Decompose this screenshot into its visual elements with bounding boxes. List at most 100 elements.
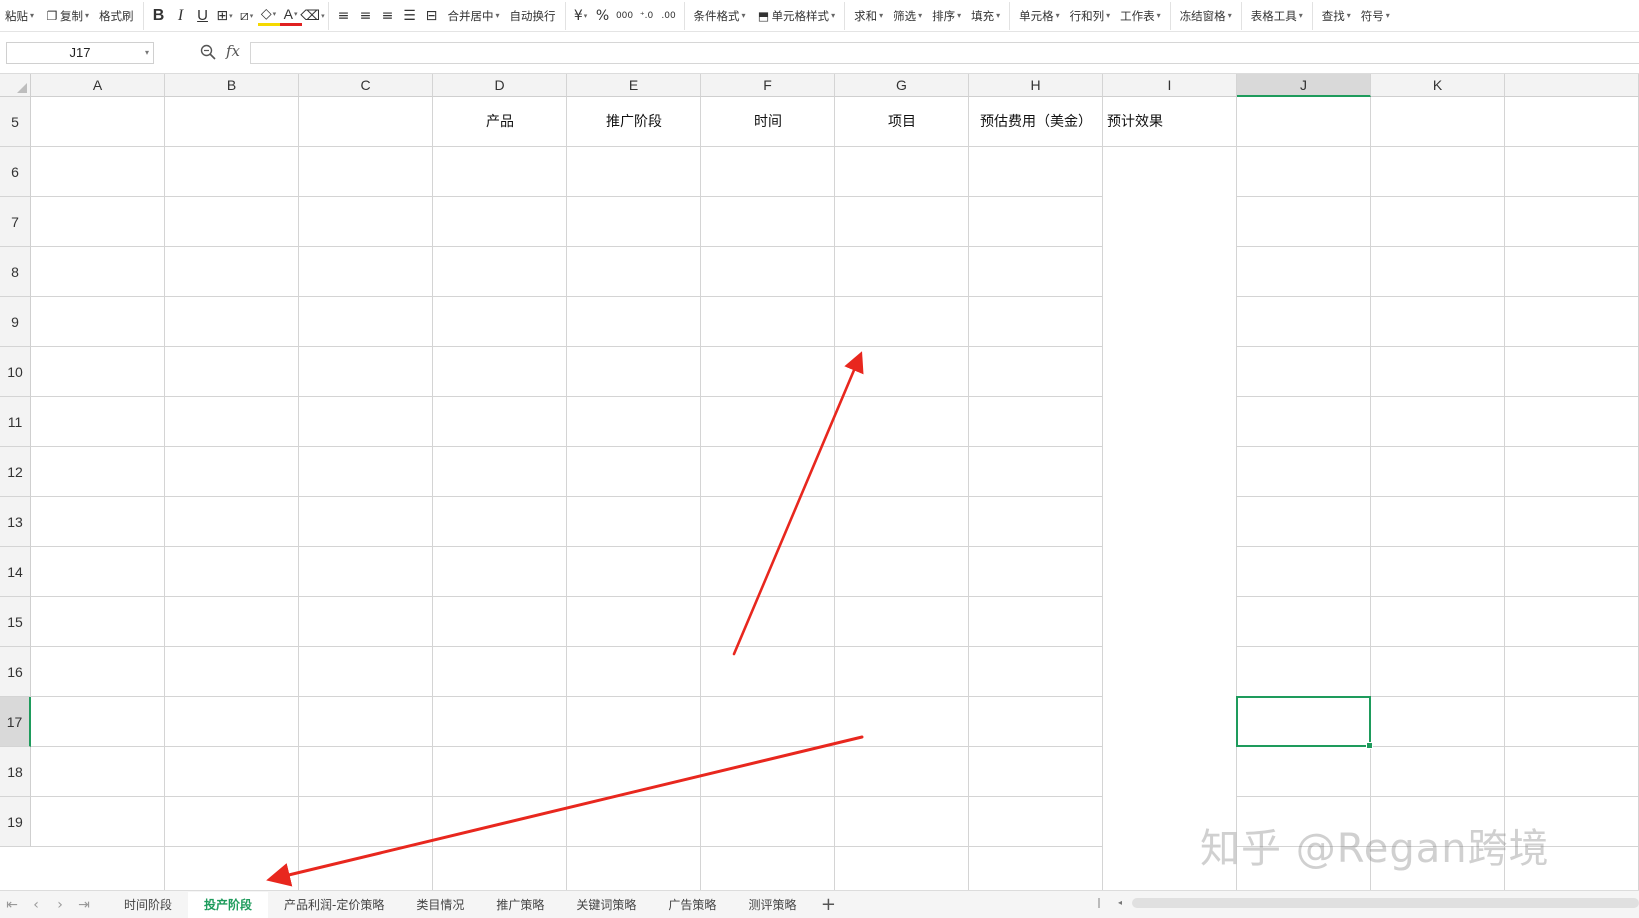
copy-button[interactable]: ❐ 复制 ▾ <box>39 5 94 27</box>
row-header-8[interactable]: 8 <box>0 247 31 297</box>
row-header-7[interactable]: 7 <box>0 197 31 247</box>
row-header-19[interactable]: 19 <box>0 797 31 847</box>
sheet-tab[interactable]: 推广策略 <box>480 892 560 918</box>
fill-pattern-icon[interactable]: ⧄ ▾ <box>236 5 258 27</box>
row-header-12[interactable]: 12 <box>0 447 31 497</box>
separator <box>1009 1 1011 30</box>
paste-button[interactable]: 粘贴 ▾ <box>0 5 39 27</box>
sheet-tab[interactable]: 时间阶段 <box>108 892 188 918</box>
symbol-button[interactable]: 符号 ▾ <box>1356 5 1395 27</box>
next-sheet-icon[interactable]: › <box>48 893 72 917</box>
scroll-thumb[interactable] <box>1132 898 1639 908</box>
add-sheet-icon[interactable]: + <box>816 893 840 917</box>
scroll-left-icon[interactable]: ◂ <box>1118 896 1122 910</box>
decrease-decimal-icon[interactable]: .00 <box>658 5 680 27</box>
column-header-i[interactable]: I <box>1103 74 1237 97</box>
scroll-splitter[interactable] <box>1098 898 1100 908</box>
sort-button[interactable]: 排序 ▾ <box>927 5 966 27</box>
align-right-icon[interactable]: ≡ <box>377 5 399 27</box>
name-box[interactable]: J17 ▾ <box>6 42 154 64</box>
cell-style-button[interactable]: ⬒ 单元格样式 ▾ <box>751 5 841 27</box>
column-header-b[interactable]: B <box>165 74 299 97</box>
sheet-tab[interactable]: 测评策略 <box>732 892 812 918</box>
prev-sheet-icon[interactable]: ‹ <box>24 893 48 917</box>
thousands-icon[interactable]: 000 <box>614 5 636 27</box>
fill-color-icon[interactable]: ◇ ▾ <box>257 6 280 26</box>
row-header-18[interactable]: 18 <box>0 747 31 797</box>
zoom-icon[interactable] <box>200 44 218 62</box>
row-header-13[interactable]: 13 <box>0 497 31 547</box>
percent-icon[interactable]: % <box>592 5 614 27</box>
cell-i5[interactable]: 预计效果 <box>1103 97 1237 147</box>
sheet-tab[interactable]: 类目情况 <box>400 892 480 918</box>
column-header-h[interactable]: H <box>969 74 1103 97</box>
last-sheet-icon[interactable]: ⇥ <box>72 893 96 917</box>
column-header-c[interactable]: C <box>299 74 433 97</box>
row-gridline <box>31 496 1639 497</box>
active-cell-selection[interactable] <box>1236 696 1373 749</box>
column-header-e[interactable]: E <box>567 74 701 97</box>
first-sheet-icon[interactable]: ⇤ <box>0 893 24 917</box>
find-button[interactable]: 查找 ▾ <box>1317 5 1356 27</box>
percent-label: % <box>595 7 610 24</box>
row-header-14[interactable]: 14 <box>0 547 31 597</box>
column-header-a[interactable]: A <box>31 74 165 97</box>
worksheet-button[interactable]: 工作表 ▾ <box>1115 5 1166 27</box>
row-header-9[interactable]: 9 <box>0 297 31 347</box>
row-header-17[interactable]: 17 <box>0 697 31 747</box>
align-left-icon[interactable]: ≡ <box>333 5 355 27</box>
format-painter-button[interactable]: 格式刷 <box>94 5 139 27</box>
horizontal-scrollbar[interactable]: ◂ <box>1098 896 1639 910</box>
row-header-6[interactable]: 6 <box>0 147 31 197</box>
filter-button[interactable]: 筛选 ▾ <box>888 5 927 27</box>
row-header-11[interactable]: 11 <box>0 397 31 447</box>
sum-button[interactable]: 求和 ▾ <box>849 5 888 27</box>
cell-button[interactable]: 单元格 ▾ <box>1014 5 1065 27</box>
sheet-tab[interactable]: 投产阶段 <box>188 891 269 918</box>
freeze-button[interactable]: 冻结窗格 ▾ <box>1175 5 1237 27</box>
merge-center-button[interactable]: 合并居中 ▾ <box>443 5 505 27</box>
increase-decimal-icon[interactable]: ⁺.0 <box>636 5 658 27</box>
row-header-16[interactable]: 16 <box>0 647 31 697</box>
row-header-10[interactable]: 10 <box>0 347 31 397</box>
distribute-icon[interactable]: ⊟ <box>421 5 443 27</box>
row-header-15[interactable]: 15 <box>0 597 31 647</box>
cell-h5[interactable]: 预估费用（美金） <box>969 97 1103 147</box>
sheet-tab[interactable]: 产品利润-定价策略 <box>268 892 400 918</box>
fx-icon[interactable]: fx <box>226 42 240 60</box>
spreadsheet-grid[interactable]: A B C D E F G H I J K 5 6 7 8 9 10 11 12 13 14 15 16 17 18 19 产品 推广… <box>0 74 1639 890</box>
cell-f5[interactable]: 时间 <box>701 97 835 147</box>
merged-cell-i6[interactable] <box>1103 147 1236 890</box>
wrap-text-button[interactable]: 自动换行 <box>505 5 561 27</box>
table-tools-button[interactable]: 表格工具 ▾ <box>1246 5 1308 27</box>
row-col-button[interactable]: 行和列 ▾ <box>1065 5 1116 27</box>
row-gridline <box>31 446 1639 447</box>
column-header-overflow[interactable] <box>1505 74 1639 97</box>
row-header-5[interactable]: 5 <box>0 97 31 147</box>
underline-icon[interactable]: U <box>192 5 214 27</box>
border-icon[interactable]: ⊞ ▾ <box>214 5 236 27</box>
fill-button[interactable]: 填充 ▾ <box>966 5 1005 27</box>
column-header-d[interactable]: D <box>433 74 567 97</box>
align-center-icon[interactable]: ≡ <box>355 5 377 27</box>
conditional-format-button[interactable]: 条件格式 ▾ <box>689 5 751 27</box>
italic-icon[interactable]: I <box>170 5 192 27</box>
sheet-tab[interactable]: 关键词策略 <box>560 892 652 918</box>
bold-icon[interactable]: B <box>148 5 170 27</box>
justify-icon[interactable]: ☰ <box>399 5 421 27</box>
separator <box>1169 1 1171 30</box>
eraser-icon[interactable]: ⌫ ▾ <box>300 5 324 27</box>
column-header-f[interactable]: F <box>701 74 835 97</box>
row-gridline <box>31 646 1639 647</box>
column-header-j[interactable]: J <box>1237 74 1371 97</box>
formula-input[interactable] <box>250 42 1639 64</box>
column-header-g[interactable]: G <box>835 74 969 97</box>
select-all-corner[interactable] <box>0 74 31 97</box>
column-header-k[interactable]: K <box>1371 74 1505 97</box>
currency-icon[interactable]: ¥ ▾ <box>570 5 592 27</box>
cell-g5[interactable]: 项目 <box>835 97 969 147</box>
font-color-icon[interactable]: A ▾ <box>279 6 302 26</box>
cell-d5[interactable]: 产品 <box>433 97 567 147</box>
sheet-tab[interactable]: 广告策略 <box>652 892 732 918</box>
cell-e5[interactable]: 推广阶段 <box>567 97 701 147</box>
